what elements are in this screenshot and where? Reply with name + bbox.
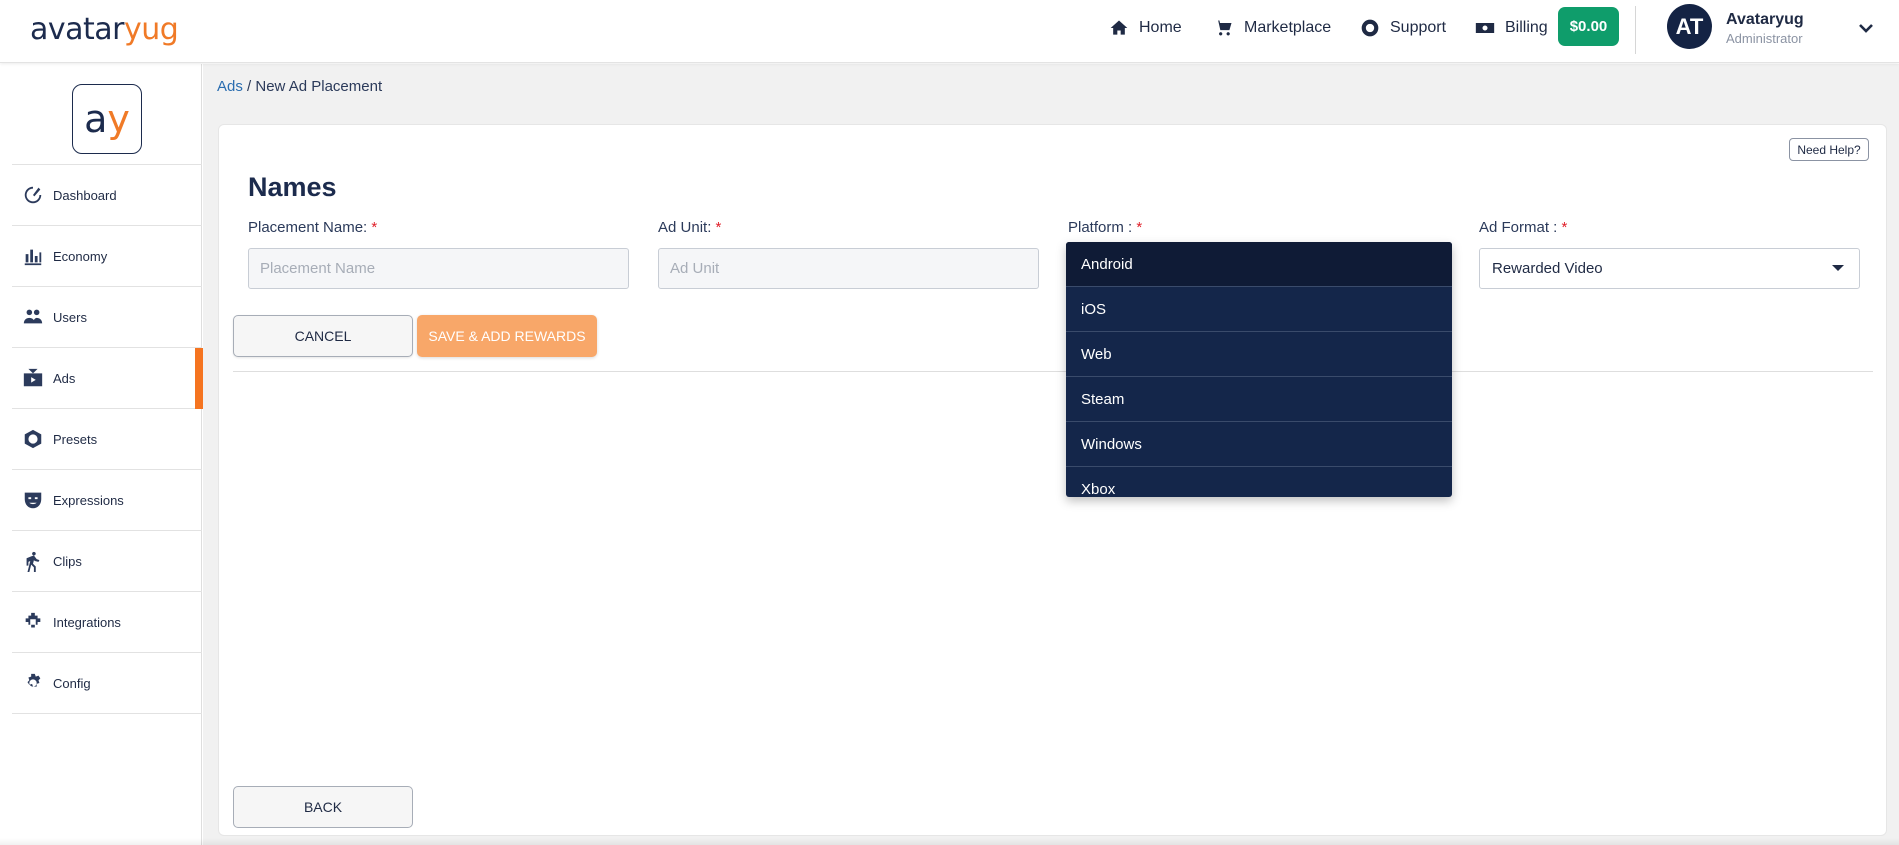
- ad-unit-label: Ad Unit: *: [658, 219, 722, 236]
- platform-option-xbox[interactable]: Xbox: [1066, 467, 1452, 498]
- back-button[interactable]: BACK: [233, 786, 413, 828]
- breadcrumb-current: New Ad Placement: [255, 78, 383, 95]
- sidebar-item-integrations[interactable]: Integrations: [12, 592, 202, 653]
- walk-icon: [26, 551, 40, 572]
- nav-home-link[interactable]: Home: [1109, 0, 1182, 55]
- brand-logo[interactable]: avataryug: [30, 12, 179, 47]
- dashboard-icon: [24, 186, 42, 204]
- platform-dropdown[interactable]: Android iOS Web Steam Windows Xbox: [1066, 242, 1452, 497]
- breadcrumb: Ads / New Ad Placement: [217, 78, 383, 95]
- avatar[interactable]: AT: [1667, 4, 1712, 49]
- user-role: Administrator: [1726, 31, 1803, 46]
- sidebar-item-config[interactable]: Config: [12, 653, 202, 714]
- mask-icon: [24, 492, 42, 509]
- platform-option-android[interactable]: Android: [1066, 242, 1452, 287]
- need-help-button[interactable]: Need Help?: [1789, 138, 1869, 161]
- ad-format-select[interactable]: Rewarded Video: [1479, 248, 1860, 289]
- platform-option-windows[interactable]: Windows: [1066, 422, 1452, 467]
- home-icon: [1110, 20, 1128, 35]
- money-icon: [1475, 22, 1495, 33]
- placement-name-label: Placement Name: *: [248, 219, 378, 236]
- bottom-shadow: [0, 838, 1899, 845]
- sidebar-item-expressions[interactable]: Expressions: [12, 470, 202, 531]
- lifebuoy-icon: [1361, 19, 1379, 36]
- cart-icon: [1215, 20, 1232, 35]
- ads-icon: [23, 368, 43, 387]
- form-divider: [233, 371, 1873, 372]
- sidebar-logo[interactable]: ay: [72, 84, 142, 154]
- platform-label: Platform : *: [1068, 219, 1143, 236]
- nav-marketplace-link[interactable]: Marketplace: [1214, 0, 1331, 55]
- top-navbar: avataryug Home Marketplace Support Billi…: [0, 0, 1899, 63]
- form-card: [218, 124, 1887, 836]
- presets-icon: [24, 429, 42, 449]
- sidebar-item-presets[interactable]: Presets: [12, 409, 202, 470]
- user-name: Avataryug: [1726, 11, 1804, 28]
- caret-down-icon: [1832, 265, 1844, 271]
- nav-support-link[interactable]: Support: [1360, 0, 1446, 55]
- sidebar: ay Dashboard Economy Users Ads Presets E…: [12, 64, 204, 845]
- breadcrumb-ads-link[interactable]: Ads: [217, 78, 243, 95]
- sidebar-menu: Dashboard Economy Users Ads Presets Expr…: [12, 164, 204, 714]
- sidebar-item-dashboard[interactable]: Dashboard: [12, 165, 202, 226]
- nav-billing-link[interactable]: Billing: [1475, 0, 1548, 55]
- balance-button[interactable]: $0.00: [1558, 7, 1619, 46]
- sidebar-item-economy[interactable]: Economy: [12, 226, 202, 287]
- placement-name-input[interactable]: [248, 248, 629, 289]
- gear-icon: [27, 673, 41, 687]
- sidebar-item-ads[interactable]: Ads: [12, 348, 204, 409]
- sidebar-item-users[interactable]: Users: [12, 287, 202, 348]
- users-icon: [23, 309, 43, 324]
- nav-divider: [1635, 6, 1636, 54]
- ad-format-value: Rewarded Video: [1492, 260, 1603, 277]
- cancel-button[interactable]: CANCEL: [233, 315, 413, 357]
- ad-unit-input[interactable]: [658, 248, 1039, 289]
- puzzle-icon: [25, 612, 41, 628]
- platform-option-ios[interactable]: iOS: [1066, 287, 1452, 332]
- section-title: Names: [248, 172, 337, 202]
- chart-icon: [24, 249, 42, 266]
- sidebar-item-clips[interactable]: Clips: [12, 531, 202, 592]
- save-and-add-rewards-button[interactable]: SAVE & ADD REWARDS: [417, 315, 597, 357]
- chevron-down-icon[interactable]: [1858, 20, 1874, 36]
- ad-format-label: Ad Format : *: [1479, 219, 1568, 236]
- platform-option-web[interactable]: Web: [1066, 332, 1452, 377]
- platform-option-steam[interactable]: Steam: [1066, 377, 1452, 422]
